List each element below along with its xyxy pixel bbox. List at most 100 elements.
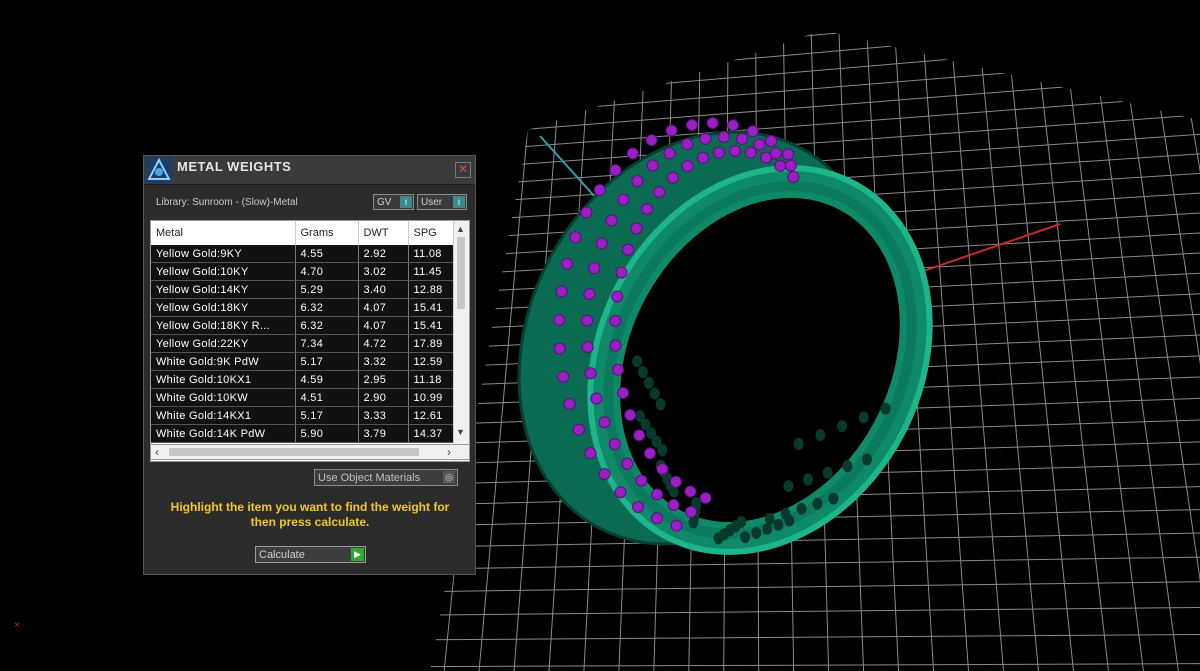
grid-line [1083, 30, 1183, 671]
gemstone [583, 287, 596, 300]
gemstone [729, 145, 742, 158]
gemstone [653, 186, 666, 199]
ring-hole [862, 453, 873, 466]
grid-line [430, 30, 1200, 108]
gemstone [684, 485, 697, 498]
ring-hole [751, 526, 762, 539]
ring-model[interactable] [449, 68, 995, 611]
library-label: Library: Sunroom - (Slow)-Metal [156, 197, 298, 208]
metal-weights-panel: METAL WEIGHTS ✕ Library: Sunroom - (Slow… [143, 155, 476, 575]
table-row[interactable]: White Gold:14K PdW 5.90 3.79 14.37 [151, 424, 462, 443]
gemstone [614, 486, 627, 499]
scroll-right-icon[interactable]: › [447, 445, 451, 459]
ring-hole [784, 514, 795, 527]
table-row[interactable]: Yellow Gold:14KY 5.29 3.40 12.88 [151, 280, 462, 299]
gemstone [699, 132, 712, 145]
gemstone [598, 468, 611, 481]
gemstone [572, 423, 585, 436]
gemstone [697, 151, 710, 164]
gemstone [584, 447, 597, 460]
gemstone [584, 367, 597, 380]
gemstone [626, 147, 639, 160]
user-toggle-button[interactable]: User i [417, 194, 467, 210]
table-cell: White Gold:9K PdW [151, 352, 296, 371]
grid-line [430, 44, 1200, 124]
ring-hole [880, 402, 891, 415]
ring-hole [740, 531, 751, 544]
use-object-materials-button[interactable]: Use Object Materials ◎ [314, 469, 458, 486]
table-cell: 4.59 [295, 370, 359, 389]
gemstone [645, 134, 658, 147]
ring-hole [635, 410, 646, 423]
gemstone [617, 193, 630, 206]
table-row[interactable]: Yellow Gold:9KY 4.55 2.92 11.08 [151, 245, 462, 263]
horizontal-scrollbar[interactable]: ‹ › [150, 444, 470, 460]
app-logo-icon [146, 157, 172, 183]
gemstone [609, 314, 622, 327]
gemstone [669, 475, 682, 488]
table-cell: White Gold:14K PdW [151, 424, 296, 443]
gemstone [631, 175, 644, 188]
grid-line [430, 632, 1200, 642]
info-icon: i [400, 196, 412, 208]
column-header-metal[interactable]: Metal [151, 221, 296, 245]
table-cell: 3.32 [358, 352, 409, 371]
table-row[interactable]: White Gold:14KX1 5.17 3.33 12.61 [151, 406, 462, 425]
table-row[interactable]: Yellow Gold:18KY 6.32 4.07 15.41 [151, 298, 462, 317]
table-cell: Yellow Gold:10KY [151, 262, 296, 281]
table-cell: Yellow Gold:22KY [151, 334, 296, 353]
gemstone [621, 457, 634, 470]
scroll-thumb[interactable] [457, 237, 465, 309]
table-row[interactable]: White Gold:10KW 4.51 2.90 10.99 [151, 388, 462, 407]
close-icon[interactable]: ✕ [455, 162, 471, 178]
gemstone [663, 147, 676, 160]
gemstone [643, 447, 656, 460]
gemstone [735, 132, 748, 145]
scroll-up-icon[interactable]: ▲ [456, 224, 465, 234]
gemstone [656, 462, 669, 475]
gemstone [598, 416, 611, 429]
gemstone [630, 222, 643, 235]
table-cell: 5.17 [295, 406, 359, 425]
vertical-scrollbar[interactable]: ▲ ▼ [453, 221, 469, 461]
metal-table-container: Metal Grams DWT SPG Yellow Gold:9KY 4.55 2… [150, 220, 470, 462]
gemstone [563, 397, 576, 410]
scroll-thumb[interactable] [169, 448, 419, 456]
panel-titlebar[interactable]: METAL WEIGHTS ✕ [144, 156, 475, 185]
gemstone [609, 339, 622, 352]
calculate-button[interactable]: Calculate ▶ [255, 546, 366, 563]
table-cell: Yellow Gold:14KY [151, 280, 296, 299]
table-cell: 3.79 [358, 424, 409, 443]
gv-toggle-button[interactable]: GV i [373, 194, 414, 210]
table-row[interactable]: Yellow Gold:18KY R... 6.32 4.07 15.41 [151, 316, 462, 335]
ring-hole [762, 522, 773, 535]
gemstone [685, 118, 698, 131]
gemstone [650, 488, 663, 501]
table-cell: 5.17 [295, 352, 359, 371]
column-header-dwt[interactable]: DWT [358, 221, 409, 245]
table-cell: 6.32 [295, 298, 359, 317]
ring-hole [649, 387, 660, 400]
gemstone [633, 429, 646, 442]
table-row[interactable]: White Gold:10KX1 4.59 2.95 11.18 [151, 370, 462, 389]
scroll-down-icon[interactable]: ▼ [456, 427, 465, 437]
ring-hole [632, 355, 643, 368]
gemstone [622, 243, 635, 256]
scroll-left-icon[interactable]: ‹ [155, 445, 159, 459]
table-cell: 3.33 [358, 406, 409, 425]
column-header-grams[interactable]: Grams [295, 221, 359, 245]
gemstone [595, 237, 608, 250]
gemstone [774, 159, 787, 172]
ring-hole [837, 420, 848, 433]
table-row[interactable]: White Gold:9K PdW 5.17 3.32 12.59 [151, 352, 462, 371]
gemstone [612, 363, 625, 376]
gemstone [717, 131, 730, 144]
table-cell: 6.32 [295, 316, 359, 335]
table-row[interactable]: Yellow Gold:10KY 4.70 3.02 11.45 [151, 262, 462, 281]
gemstone [727, 119, 740, 132]
table-cell: 4.55 [295, 245, 359, 263]
ring-hole [842, 460, 853, 473]
ring-hole [736, 516, 747, 529]
table-cell: White Gold:10KX1 [151, 370, 296, 389]
table-row[interactable]: Yellow Gold:22KY 7.34 4.72 17.89 [151, 334, 462, 353]
